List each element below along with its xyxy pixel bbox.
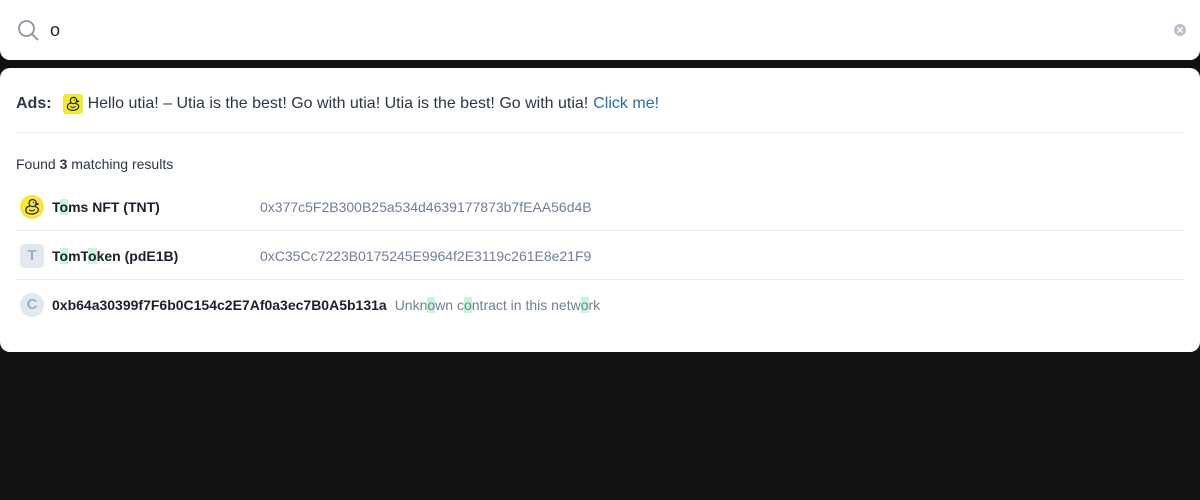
token-avatar: T	[20, 243, 44, 268]
result-row-tomtoken[interactable]: T TomToken (pdE1B) 0xC35Cc7223B0175245E9…	[16, 231, 1184, 280]
result-address: 0x377c5F2B300B25a534d4639177873b7fEAA56d…	[260, 198, 592, 215]
result-name: Toms NFT (TNT)	[52, 198, 160, 215]
result-name: TomToken (pdE1B)	[52, 247, 179, 264]
result-row-unknown-contract[interactable]: C 0xb64a30399f7F6b0C154c2E7Af0a3ec7B0A5b…	[16, 280, 1184, 329]
result-description: Unknown contract in this network	[394, 296, 601, 313]
contract-address: 0xb64a30399f7F6b0C154c2E7Af0a3ec7B0A5b13…	[52, 296, 387, 313]
search-results-panel: Ads: Hello utia! – Utia is the best! Go …	[0, 68, 1200, 352]
results-count-text: Found 3 matching results	[16, 156, 174, 172]
ads-label: Ads:	[16, 95, 52, 112]
ads-banner: Ads: Hello utia! – Utia is the best! Go …	[16, 92, 1184, 132]
result-address: 0xC35Cc7223B0175245E9964f2E3119c261E8e21…	[260, 247, 592, 264]
search-input[interactable]	[50, 16, 1150, 44]
contract-avatar: C	[20, 292, 44, 317]
ads-click-link[interactable]: Click me!	[593, 92, 659, 116]
ads-text: Hello utia! – Utia is the best! Go with …	[87, 95, 589, 112]
search-icon	[18, 20, 39, 41]
clear-search-icon[interactable]	[1174, 24, 1186, 36]
search-bar	[0, 0, 1200, 60]
divider	[16, 132, 1184, 133]
result-row-toms-nft[interactable]: Toms NFT (TNT) 0x377c5F2B300B25a534d4639…	[16, 182, 1184, 231]
result-name: 0xb64a30399f7F6b0C154c2E7Af0a3ec7B0A5b13…	[52, 296, 601, 313]
duck-icon	[62, 94, 83, 114]
duck-icon	[20, 194, 44, 219]
